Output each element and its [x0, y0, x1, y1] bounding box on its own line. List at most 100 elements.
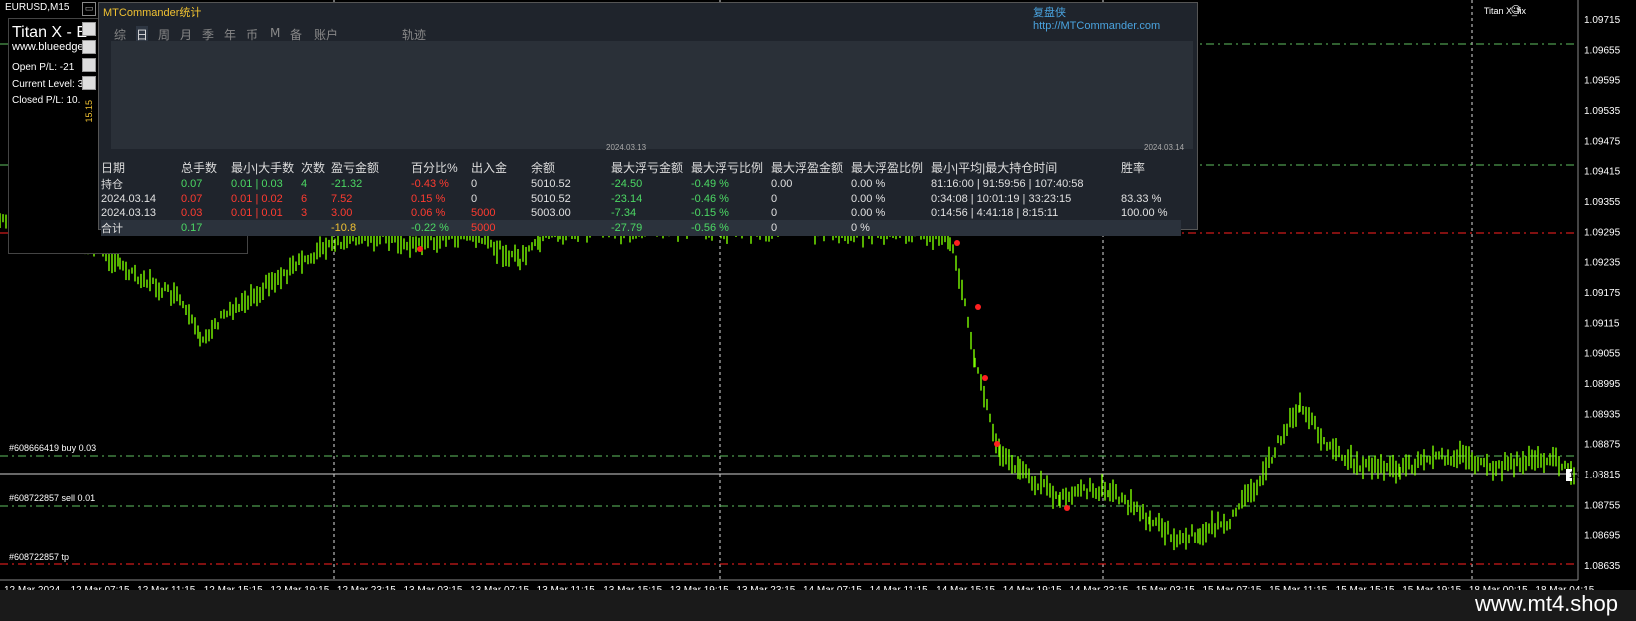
price-label: 1.08935: [1584, 409, 1621, 420]
table-cell: 0.01 | 0.03: [231, 178, 283, 190]
price-label: 1.09175: [1584, 288, 1621, 299]
table-cell: 100.00 %: [1121, 207, 1168, 219]
price-label: 1.08695: [1584, 531, 1621, 542]
table-cell: 3.00: [331, 207, 353, 219]
table-cell: 2024.03.14: [101, 193, 157, 205]
table-cell: -0.46 %: [691, 193, 729, 205]
col-header: 百分比%: [411, 161, 458, 175]
table-cell: 0: [771, 193, 778, 205]
col-header: 最小|平均|最大持仓时间: [931, 161, 1058, 175]
order-marker: [1064, 505, 1070, 511]
table-cell: 0.01 | 0.02: [231, 193, 283, 205]
price-label: 1.09715: [1584, 15, 1621, 26]
col-header: 最小|大手数: [231, 161, 295, 175]
price-label: 1.09415: [1584, 167, 1621, 178]
table-cell: -0.56 %: [691, 220, 771, 236]
col-header: 余额: [531, 161, 556, 175]
table-cell: 0.07: [181, 193, 203, 205]
col-header: 最大浮亏金额: [611, 161, 684, 175]
footer-bar: [0, 590, 1636, 621]
table-cell: -24.50: [611, 178, 643, 190]
table-cell: -0.49 %: [691, 178, 729, 190]
equity-plot: [111, 41, 1193, 149]
plot-date-right: 2024.03.14: [1144, 143, 1185, 152]
titan-side-value: 15.15: [84, 100, 94, 123]
table-cell: 5010.52: [531, 178, 571, 190]
col-header: 出入金: [471, 161, 508, 175]
col-header: 次数: [301, 161, 326, 175]
table-cell: -27.79: [611, 220, 691, 236]
table-cell: -21.32: [331, 178, 363, 190]
table-cell: 83.33 %: [1121, 193, 1162, 205]
order-label-tp: #608722857 tp: [9, 552, 70, 562]
mtc-title: MTCommander统计: [103, 7, 202, 19]
table-cell: 0.00 %: [851, 193, 886, 205]
current-price-tag: 1.08861: [1566, 469, 1602, 481]
ea-button-1[interactable]: [82, 22, 96, 36]
table-cell: 0.06 %: [411, 207, 446, 219]
price-label: 1.08635: [1584, 561, 1621, 572]
price-label: 1.09295: [1584, 227, 1621, 238]
price-label: 1.09475: [1584, 136, 1621, 147]
table-cell: [231, 220, 301, 236]
ea-button-2[interactable]: [82, 40, 96, 54]
col-header: 总手数: [181, 161, 218, 175]
table-cell: -0.43 %: [411, 178, 449, 190]
price-label: 1.09235: [1584, 258, 1621, 269]
price-label: 1.08875: [1584, 440, 1621, 451]
table-cell: 7.52: [331, 193, 353, 205]
table-cell: 0.03: [181, 207, 203, 219]
price-label: 1.09595: [1584, 76, 1621, 87]
ea-button-4[interactable]: [82, 76, 96, 90]
order-label-sell: #608722857 sell 0.01: [9, 493, 96, 503]
stats-table: 日期 总手数 最小|大手数 次数 盈亏金额 百分比% 出入金 余额 最大浮亏金额 最大浮亏比例 最大…: [101, 159, 1181, 236]
table-cell: 81:16:00 | 91:59:56 | 107:40:58: [931, 178, 1084, 190]
table-cell: 0: [471, 178, 478, 190]
table-cell: 0.07: [181, 178, 203, 190]
table-cell: -0.15 %: [691, 207, 729, 219]
order-marker: [954, 240, 960, 246]
price-label: 1.09055: [1584, 349, 1621, 360]
col-header: 最大浮亏比例: [691, 161, 764, 175]
col-header: 最大浮盈比例: [851, 161, 924, 175]
tab-7[interactable]: M: [270, 26, 280, 40]
ea-button-3[interactable]: [82, 58, 96, 72]
order-label-buy: #608666419 buy 0.03: [9, 443, 97, 453]
watermark: www.mt4.shop: [1474, 591, 1618, 616]
col-header: 日期: [101, 161, 126, 175]
table-cell: 0.17: [181, 220, 231, 236]
smiley-icon: ☺: [1510, 5, 1521, 16]
price-label: 1.09655: [1584, 45, 1621, 56]
titan-title: Titan X - E: [12, 24, 87, 41]
table-cell: 0.01 | 0.01: [231, 207, 283, 219]
chart-menu-icon[interactable]: ▭: [82, 2, 96, 16]
order-marker: [994, 441, 1000, 447]
table-cell: 5003.00: [531, 207, 571, 219]
order-marker: [975, 304, 981, 310]
table-cell: 5000: [471, 207, 496, 219]
table-cell: -23.14: [611, 193, 643, 205]
table-cell: 合计: [101, 220, 181, 236]
table-cell: -7.34: [611, 207, 637, 219]
titan-site: www.blueedge: [12, 41, 84, 53]
price-label: 1.08995: [1584, 379, 1621, 390]
price-label: 1.09355: [1584, 197, 1621, 208]
table-cell: 6: [301, 193, 308, 205]
table-cell: 5000: [471, 220, 531, 236]
table-cell: 持仓: [101, 179, 123, 191]
price-label: 1.09535: [1584, 106, 1621, 117]
table-cell: [931, 220, 1121, 236]
table-cell: 0.00 %: [851, 178, 886, 190]
col-header: 最大浮盈金额: [771, 161, 844, 175]
order-marker: [982, 375, 988, 381]
table-cell: 0:14:56 | 4:41:18 | 8:15:11: [931, 207, 1059, 219]
table-cell: 0: [771, 207, 778, 219]
table-cell: [1121, 220, 1181, 236]
table-cell: 0.00 %: [851, 207, 886, 219]
table-cell: 3: [301, 207, 308, 219]
table-cell: 4: [301, 178, 308, 190]
mtc-brand-link[interactable]: 复盘侠 http://MTCommander.com: [1033, 4, 1196, 32]
table-cell: 0.00: [771, 178, 793, 190]
table-cell: [531, 220, 611, 236]
table-cell: [1121, 176, 1181, 192]
